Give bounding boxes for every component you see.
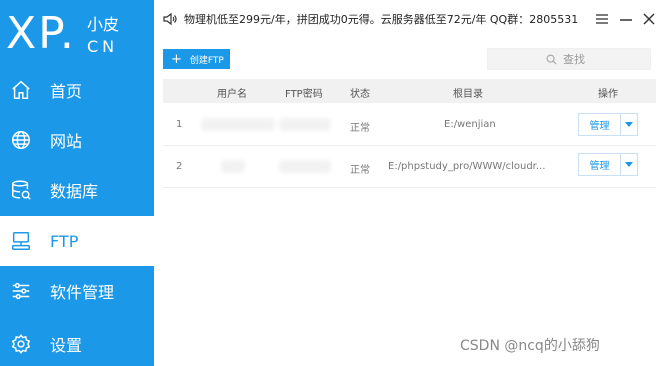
sidebar-item-home[interactable]: 首页 (0, 65, 154, 115)
plus-icon: + (171, 51, 182, 67)
search-input[interactable]: 查找 (487, 48, 651, 70)
table-row: 1 正常 E:/wenjian 管理 (163, 104, 656, 146)
sidebar-item-label: FTP (50, 231, 79, 251)
globe-icon (10, 129, 32, 151)
redacted-username (221, 160, 245, 173)
sidebar-item-website[interactable]: 网站 (0, 115, 154, 165)
sidebar-item-ftp[interactable]: FTP (0, 216, 154, 266)
close-icon[interactable] (639, 9, 656, 29)
sidebar-item-label: 软件管理 (50, 283, 115, 302)
top-bar: 物理机低至299元/年，拼团成功0元得。云服务器低至72元/年 QQ群：2805… (154, 0, 656, 40)
redacted-username (201, 118, 275, 131)
create-ftp-label: 创建FTP (189, 55, 224, 66)
manage-dropdown-toggle[interactable] (621, 113, 638, 136)
sidebar-item-database[interactable]: 数据库 (0, 165, 154, 215)
create-ftp-button[interactable]: + 创建FTP (163, 49, 230, 69)
manage-button[interactable]: 管理 (578, 153, 621, 176)
logo-text: XP. (6, 8, 76, 59)
sliders-icon (10, 280, 32, 302)
search-icon (546, 54, 557, 65)
sidebar-item-label: 数据库 (50, 182, 99, 201)
gear-icon (10, 333, 32, 355)
sidebar-item-label: 网站 (50, 132, 83, 151)
redacted-password (279, 160, 331, 173)
sidebar-item-settings[interactable]: 设置 (0, 319, 154, 366)
ftp-icon (10, 230, 32, 252)
column-root-dir: 根目录 (453, 89, 483, 100)
row-index: 2 (176, 161, 183, 172)
brand-logo: XP. 小皮 CN (0, 0, 154, 68)
watermark: CSDN @ncq的小舔狗 (460, 338, 600, 354)
chevron-down-icon (625, 162, 633, 167)
manage-button[interactable]: 管理 (578, 113, 621, 136)
row-root-dir[interactable]: E:/wenjian (444, 119, 496, 130)
manage-dropdown-toggle[interactable] (621, 153, 638, 176)
sidebar-item-label: 首页 (50, 82, 83, 101)
row-status: 正常 (350, 123, 370, 134)
row-index: 1 (176, 119, 183, 130)
column-username: 用户名 (217, 89, 247, 100)
logo-subtitle-bottom: CN (87, 37, 119, 56)
column-actions: 操作 (598, 89, 618, 100)
column-status: 状态 (350, 89, 370, 100)
column-ftp-password: FTP密码 (285, 89, 323, 100)
redacted-password (279, 118, 331, 131)
promo-banner[interactable]: 物理机低至299元/年，拼团成功0元得。云服务器低至72元/年 QQ群：2805… (184, 11, 578, 27)
minimize-icon[interactable] (616, 9, 636, 29)
chevron-down-icon (625, 122, 633, 127)
sidebar-item-software[interactable]: 软件管理 (0, 266, 154, 316)
database-icon (10, 179, 32, 201)
sidebar: XP. 小皮 CN 首页 网站 数据库 FTP 软件管理 设置 (0, 0, 154, 366)
menu-icon[interactable] (592, 9, 612, 29)
table-row: 2 正常 E:/phpstudy_pro/WWW/cloudr... 管理 (163, 146, 656, 188)
home-icon (10, 79, 32, 101)
speaker-icon (162, 11, 178, 27)
table-header: 用户名 FTP密码 状态 根目录 操作 (163, 79, 656, 103)
row-root-dir[interactable]: E:/phpstudy_pro/WWW/cloudr... (388, 161, 545, 172)
logo-subtitle-top: 小皮 (87, 15, 120, 34)
row-status: 正常 (350, 165, 370, 176)
sidebar-item-label: 设置 (50, 336, 83, 355)
search-placeholder: 查找 (563, 53, 585, 66)
